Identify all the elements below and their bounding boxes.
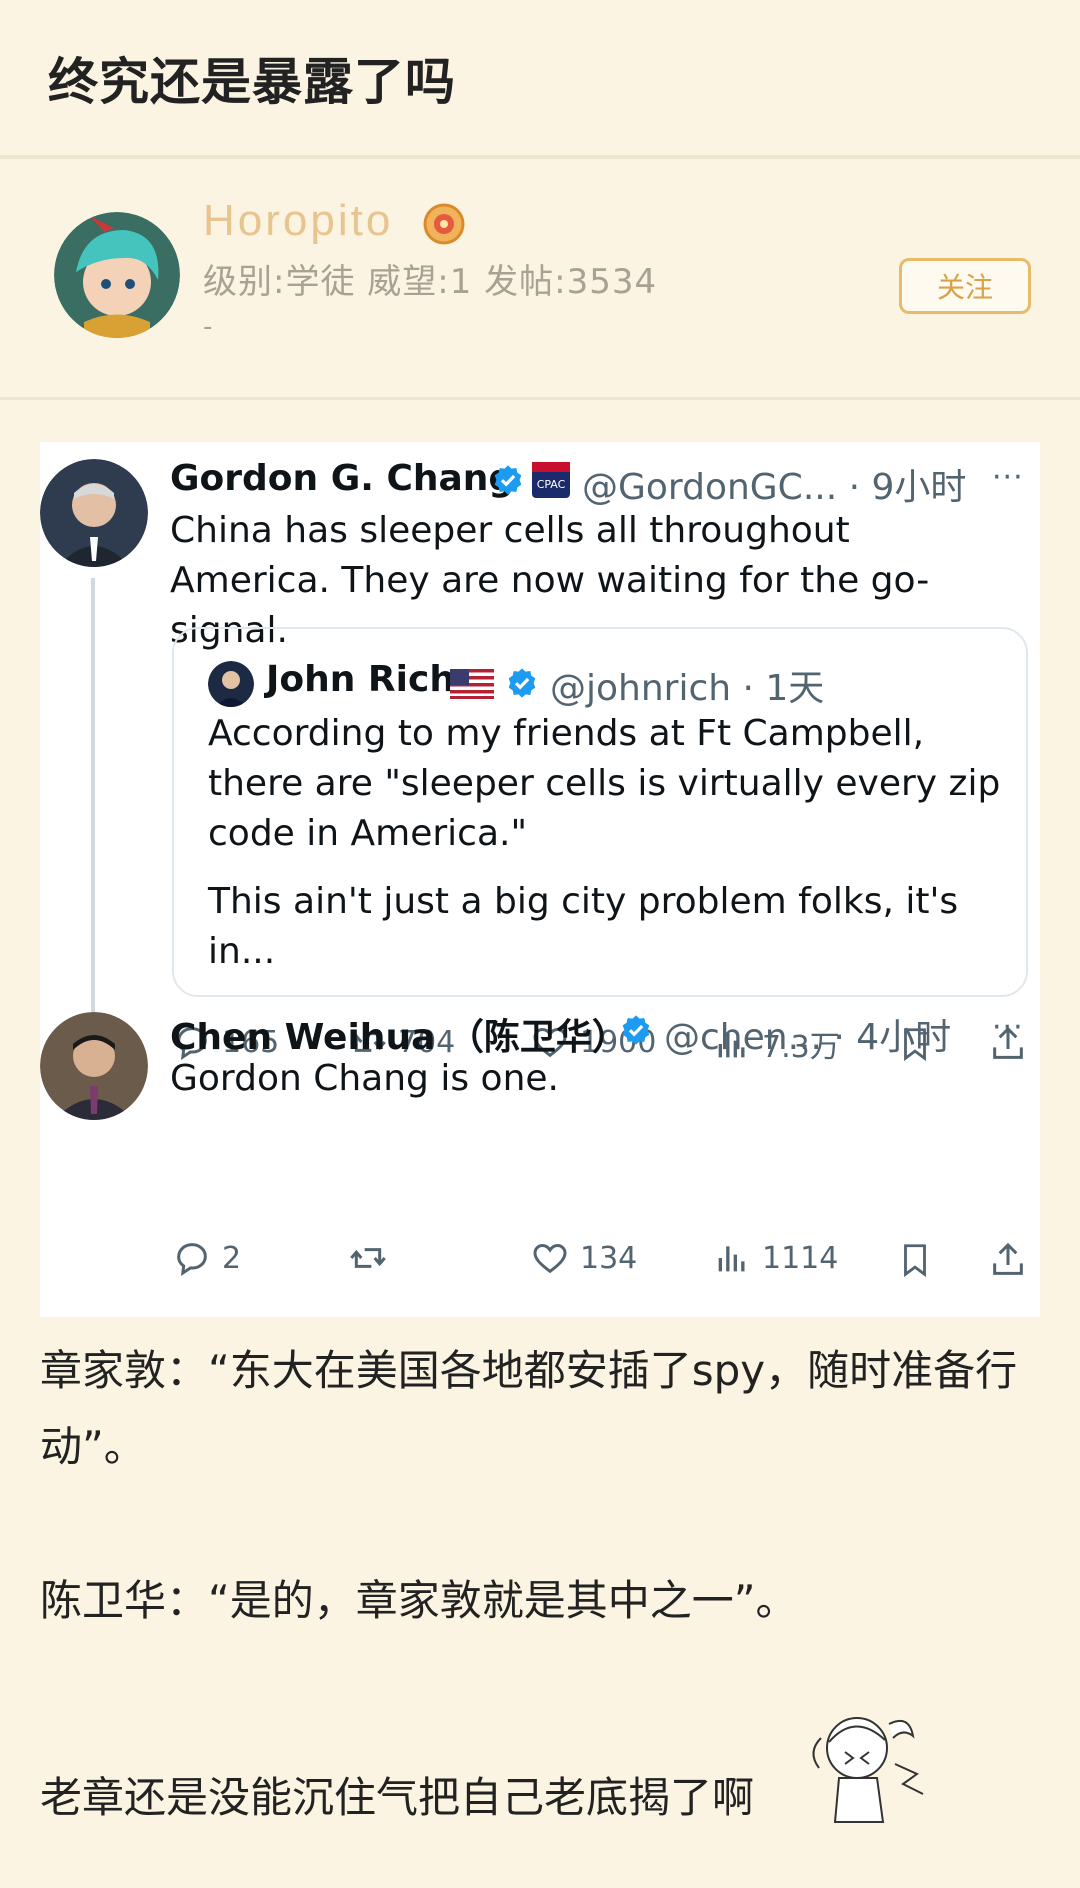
like-action[interactable]: 134 — [530, 1238, 637, 1278]
share-icon[interactable] — [988, 1240, 1028, 1280]
badge-icon — [422, 202, 466, 246]
reply-author-name: Chen Weihua （陈卫华） — [170, 1017, 628, 1058]
like-icon — [533, 1243, 567, 1274]
quoted-text: According to my friends at Ft Campbell, … — [208, 713, 1001, 854]
body-paragraph: 陈卫华：“是的，章家敦就是其中之一”。 — [40, 1576, 798, 1625]
quoted-text-continued: This ain't just a big city problem folks… — [208, 881, 959, 972]
views-action[interactable]: 1114 — [712, 1238, 838, 1278]
quoted-author-name: John Rich — [266, 659, 455, 700]
author-avatar[interactable] — [54, 212, 180, 338]
author-extra: - — [203, 312, 213, 342]
views-icon — [718, 1246, 745, 1272]
tweet-author-name: Gordon G. Chang — [170, 458, 515, 499]
more-icon[interactable]: ··· — [992, 1010, 1024, 1045]
quoted-avatar — [208, 661, 254, 707]
body-paragraph: 章家敦：“东大在美国各地都安插了spy，随时准备行动”。 — [40, 1346, 1018, 1471]
tweet-avatar-chen — [40, 1012, 148, 1120]
tweet-handle-time: @GordonGC... · 9小时 — [582, 467, 967, 508]
bookmark-icon[interactable] — [896, 1240, 934, 1280]
svg-text:CPAC: CPAC — [537, 478, 566, 491]
reply-action[interactable]: 2 — [172, 1238, 241, 1278]
more-icon[interactable]: ··· — [992, 460, 1024, 495]
author-name[interactable]: Horopito — [203, 196, 393, 246]
verified-icon — [494, 465, 522, 495]
reply-handle-time: @chen... · 4小时 — [664, 1017, 952, 1058]
author-stats: 级别:学徒 威望:1 发帖:3534 — [203, 262, 658, 302]
post-title: 终究还是暴露了吗 — [48, 53, 456, 111]
verified-icon — [622, 1015, 650, 1045]
reply-text: Gordon Chang is one. — [170, 1058, 559, 1099]
retweet-icon — [350, 1248, 386, 1268]
divider — [0, 397, 1080, 400]
quoted-handle-time: @johnrich · 1天 — [550, 668, 825, 709]
cpac-badge-icon: CPAC — [532, 462, 570, 498]
tweet-avatar-gordon — [40, 459, 148, 567]
divider — [0, 155, 1080, 159]
anime-sticker-icon — [812, 1717, 924, 1823]
reply-count: 2 — [222, 1240, 242, 1276]
body-paragraph: 老章还是没能沉住气把自己老底揭了啊 — [40, 1773, 755, 1822]
like-count: 134 — [580, 1240, 638, 1276]
views-count: 1114 — [762, 1240, 839, 1276]
reply-icon — [177, 1243, 207, 1277]
us-flag-icon — [450, 669, 494, 699]
quoted-tweet[interactable]: John Rich @johnrich · 1天 According to my… — [172, 627, 1028, 997]
verified-icon — [508, 668, 536, 698]
retweet-action[interactable] — [348, 1238, 398, 1278]
tweet-screenshot: Gordon G. Chang CPAC @GordonGC... · 9小时 … — [40, 442, 1040, 1317]
follow-button[interactable]: 关注 — [899, 258, 1031, 314]
